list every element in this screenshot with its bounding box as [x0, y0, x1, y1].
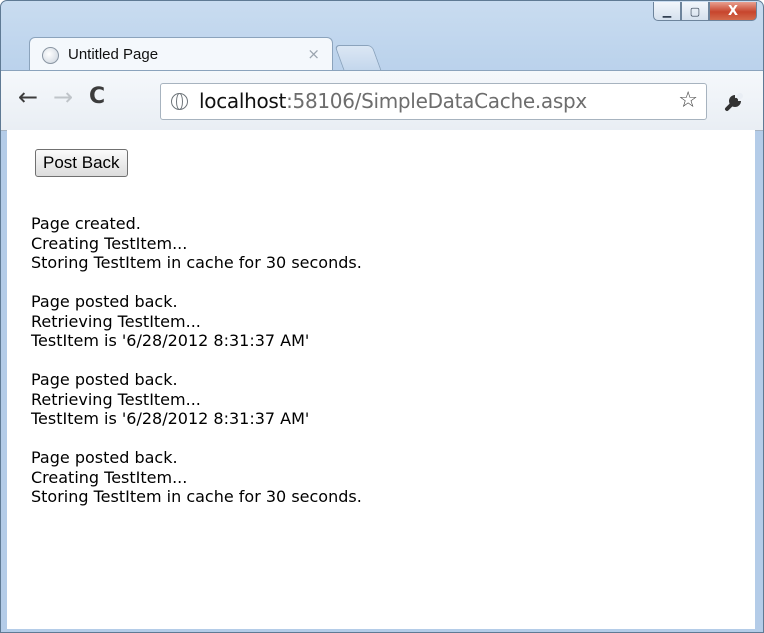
post-back-button[interactable]: Post Back	[35, 149, 128, 177]
log-line: Storing TestItem in cache for 30 seconds…	[31, 253, 362, 272]
close-window-button[interactable]: X	[709, 2, 757, 21]
log-entry: Page posted back. Retrieving TestItem...…	[31, 292, 362, 351]
address-url[interactable]: localhost:58106/SimpleDataCache.aspx	[199, 89, 587, 113]
back-arrow-icon[interactable]: ←	[18, 85, 38, 109]
reload-icon[interactable]: C	[89, 85, 105, 109]
log-line: Creating TestItem...	[31, 467, 188, 487]
log-entry: Page posted back. Creating TestItem... S…	[31, 448, 362, 507]
url-path: :58106/SimpleDataCache.aspx	[286, 89, 587, 113]
log-line: Page posted back.	[31, 448, 178, 467]
tab-title: Untitled Page	[68, 46, 159, 63]
page-favicon-icon	[42, 47, 59, 64]
browser-window: ▁ ▢ X Untitled Page × ← → C localhost:58…	[0, 0, 764, 633]
log-line: Storing TestItem in cache for 30 seconds…	[31, 487, 362, 506]
window-controls: ▁ ▢ X	[653, 2, 757, 21]
log-line: TestItem is '6/28/2012 8:31:37 AM'	[31, 409, 310, 428]
browser-toolbar: ← → C localhost:58106/SimpleDataCache.as…	[1, 70, 763, 131]
maximize-button[interactable]: ▢	[681, 2, 709, 21]
log-line: Page posted back.	[31, 292, 178, 311]
wrench-icon[interactable]	[723, 87, 749, 113]
tab-untitled-page[interactable]: Untitled Page ×	[29, 37, 333, 71]
log-line: Creating TestItem...	[31, 233, 188, 253]
page-content: Post Back Page created. Creating TestIte…	[7, 130, 755, 629]
log-entry: Page posted back. Retrieving TestItem...…	[31, 370, 362, 429]
forward-arrow-icon[interactable]: →	[53, 85, 73, 109]
log-line: Retrieving TestItem...	[31, 389, 201, 409]
globe-icon	[171, 93, 188, 110]
log-line: Page created.	[31, 214, 141, 233]
minimize-button[interactable]: ▁	[653, 2, 681, 21]
log-line: TestItem is '6/28/2012 8:31:37 AM'	[31, 331, 310, 350]
bookmark-star-icon[interactable]: ☆	[678, 88, 698, 113]
log-line: Page posted back.	[31, 370, 178, 389]
cache-log: Page created. Creating TestItem... Stori…	[31, 214, 362, 526]
url-host: localhost	[199, 89, 287, 113]
log-line: Retrieving TestItem...	[31, 311, 201, 331]
tab-close-icon[interactable]: ×	[307, 45, 320, 63]
address-bar[interactable]: localhost:58106/SimpleDataCache.aspx ☆	[160, 83, 707, 120]
log-entry: Page created. Creating TestItem... Stori…	[31, 214, 362, 273]
new-tab-button[interactable]	[334, 45, 382, 71]
